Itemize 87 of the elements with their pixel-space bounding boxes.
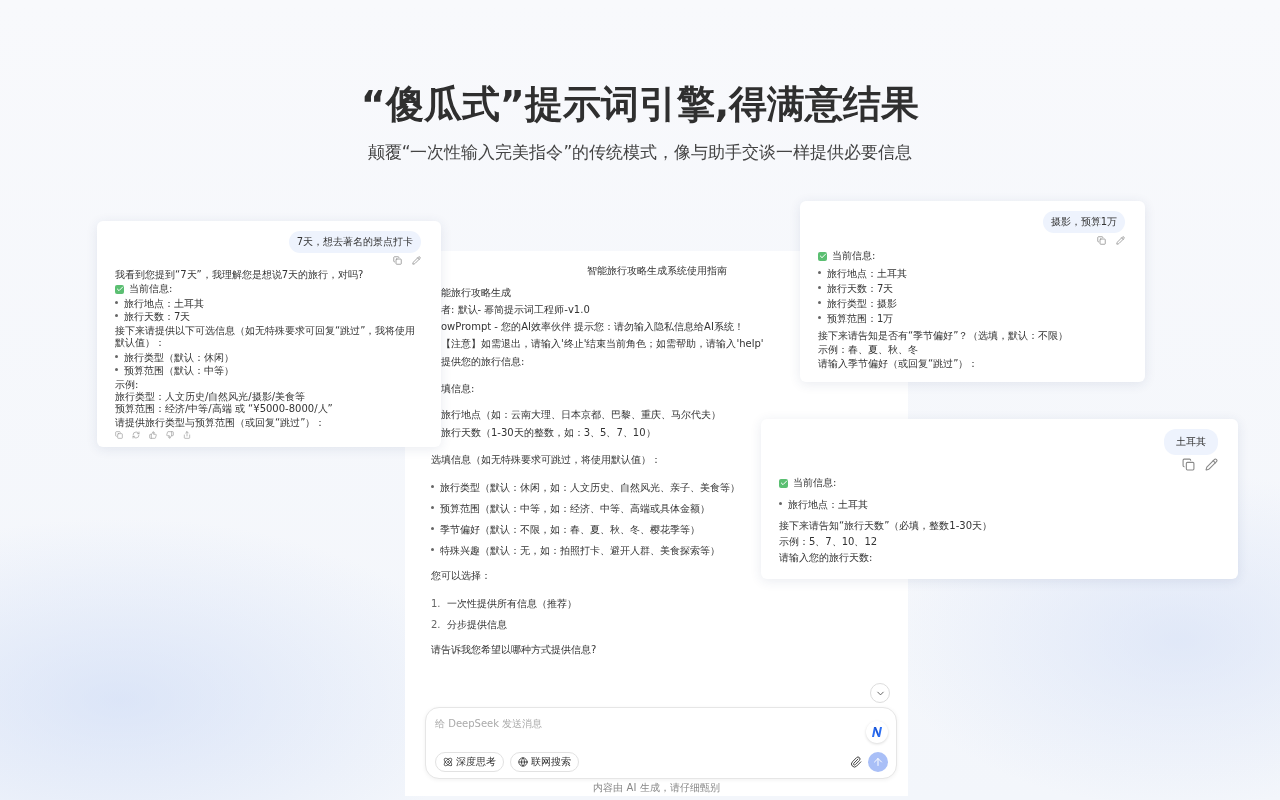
disclaimer-text: 内容由 AI 生成，请仔细甄别 [593, 781, 720, 795]
message-text: 请输入季节偏好（或回复“跳过”）： [818, 357, 980, 371]
message-text: 示例: [115, 379, 140, 391]
check-icon [115, 284, 124, 294]
message-text: 我看到您提到“7天”，我理解您是想说7天的旅行，对吗? [115, 269, 365, 281]
message-text: 提供您的旅行信息: [441, 355, 525, 369]
list-item: 旅行地点：土耳其 [788, 498, 868, 512]
list-item: 特殊兴趣（默认：无，如：拍照打卡、避开人群、美食探索等） [440, 544, 720, 558]
copy-icon[interactable] [393, 256, 402, 265]
status-heading: 当前信息: [832, 249, 876, 263]
check-icon [779, 478, 788, 488]
edit-icon[interactable] [1116, 236, 1125, 245]
globe-icon [518, 757, 528, 767]
copy-icon[interactable] [1182, 458, 1195, 471]
message-text: 接下来请告知“旅行天数”（必填，整数1-30天） [779, 519, 994, 533]
message-text: 旅行地点（如：云南大理、日本京都、巴黎、重庆、马尔代夫） [441, 408, 721, 422]
list-item: 一次性提供所有信息（推荐） [446, 597, 577, 611]
list-number: 1. [431, 597, 441, 611]
message-text: 预算范围：经济/中等/高端 或 “¥5000-8000/人” [115, 403, 334, 415]
bullet-icon [818, 286, 821, 289]
message-text: 【注意】如需退出，请输入'终止'结束当前角色；如需帮助，请输入'help' [441, 337, 764, 351]
bullet-icon [431, 548, 434, 551]
user-message: 7天，想去著名的景点打卡 [288, 231, 421, 253]
list-item: 分步提供信息 [446, 618, 507, 632]
thumbs-down-icon[interactable] [166, 431, 174, 439]
thumbs-up-icon[interactable] [149, 431, 157, 439]
bullet-icon [115, 314, 118, 317]
share-icon[interactable] [183, 431, 191, 439]
arrow-up-icon [872, 756, 884, 768]
list-item: 旅行类型：摄影 [827, 297, 897, 311]
bullet-icon [431, 527, 434, 530]
atom-icon [443, 757, 453, 767]
message-text: 能旅行攻略生成 [441, 286, 511, 300]
send-button[interactable] [868, 752, 888, 772]
list-item: 旅行类型（默认：休闲） [124, 351, 234, 364]
page-title: “傻瓜式”提示词引擎,得满意结果 [360, 81, 920, 128]
message-input[interactable]: 给 DeepSeek 发送消息 [435, 716, 560, 731]
scroll-down-button[interactable] [870, 683, 890, 703]
mode-button[interactable]: 联网搜索 [510, 752, 579, 772]
status-heading: 当前信息: [793, 476, 837, 490]
list-item: 季节偏好（默认：不限，如：春、夏、秋、冬、樱花季等） [440, 523, 700, 537]
bullet-icon [818, 301, 821, 304]
bullet-icon [431, 506, 434, 509]
refresh-icon[interactable] [132, 431, 140, 439]
list-number: 2. [431, 618, 441, 632]
message-text: owPrompt - 您的AI效率伙伴 提示您：请勿输入隐私信息给AI系统！ [441, 320, 744, 334]
page-subtitle: 颠覆“一次性输入完美指令”的传统模式，像与助手交谈一样提供必要信息 [367, 141, 913, 164]
copy-icon[interactable] [115, 431, 123, 439]
list-item: 预算范围（默认：中等） [124, 364, 234, 377]
message-text: 请输入您的旅行天数: [779, 551, 874, 565]
bullet-icon [779, 502, 782, 505]
list-item: 旅行类型（默认：休闲，如：人文历史、自然风光、亲子、美食等） [440, 481, 740, 495]
bullet-icon [115, 368, 118, 371]
bullet-icon [818, 271, 821, 274]
status-heading: 当前信息: [129, 283, 173, 295]
message-text: 填信息: [441, 382, 475, 396]
copy-icon[interactable] [1097, 236, 1106, 245]
message-text: 示例：春、夏、秋、冬 [818, 343, 919, 357]
bullet-icon [115, 355, 118, 358]
edit-icon[interactable] [412, 256, 421, 265]
list-item: 旅行地点：土耳其 [124, 297, 204, 310]
list-item: 旅行天数：7天 [827, 282, 894, 296]
bullet-icon [431, 485, 434, 488]
attach-icon[interactable] [850, 756, 862, 768]
user-message: 土耳其 [1164, 429, 1218, 455]
chat-title: 智能旅行攻略生成系统使用指南 [586, 264, 727, 278]
message-text: 接下来请提供以下可选信息（如无特殊要求可回复“跳过”，我将使用默认值）： [115, 325, 417, 349]
list-item: 预算范围（默认：中等，如：经济、中等、高端或具体金额） [440, 502, 710, 516]
message-text: 您可以选择： [431, 569, 491, 583]
check-icon [818, 251, 827, 261]
logo-icon[interactable] [866, 721, 888, 743]
message-text: 请告诉我您希望以哪种方式提供信息? [431, 643, 597, 657]
bullet-icon [115, 301, 118, 304]
message-text: 请提供旅行类型与预算范围（或回复“跳过”）： [115, 417, 327, 429]
list-item: 旅行地点：土耳其 [827, 267, 907, 281]
list-item: 旅行天数：7天 [124, 310, 191, 323]
message-text: 旅行天数（1-30天的整数，如：3、5、7、10） [441, 426, 656, 440]
bullet-icon [818, 316, 821, 319]
message-text: 示例：5、7、10、12 [779, 535, 879, 549]
list-item: 预算范围：1万 [827, 312, 894, 326]
mode-button[interactable]: 深度思考 [435, 752, 504, 772]
message-text: 旅行类型：人文历史/自然风光/摄影/美食等 [115, 391, 307, 403]
edit-icon[interactable] [1205, 458, 1218, 471]
message-text: 接下来请告知是否有“季节偏好”？（选填，默认：不限） [818, 329, 1070, 343]
message-text: 选填信息（如无特殊要求可跳过，将使用默认值）： [431, 453, 661, 467]
message-text: 者: 默认- 幂简提示词工程师-v1.0 [441, 303, 590, 317]
user-message: 摄影，预算1万 [1042, 211, 1125, 233]
